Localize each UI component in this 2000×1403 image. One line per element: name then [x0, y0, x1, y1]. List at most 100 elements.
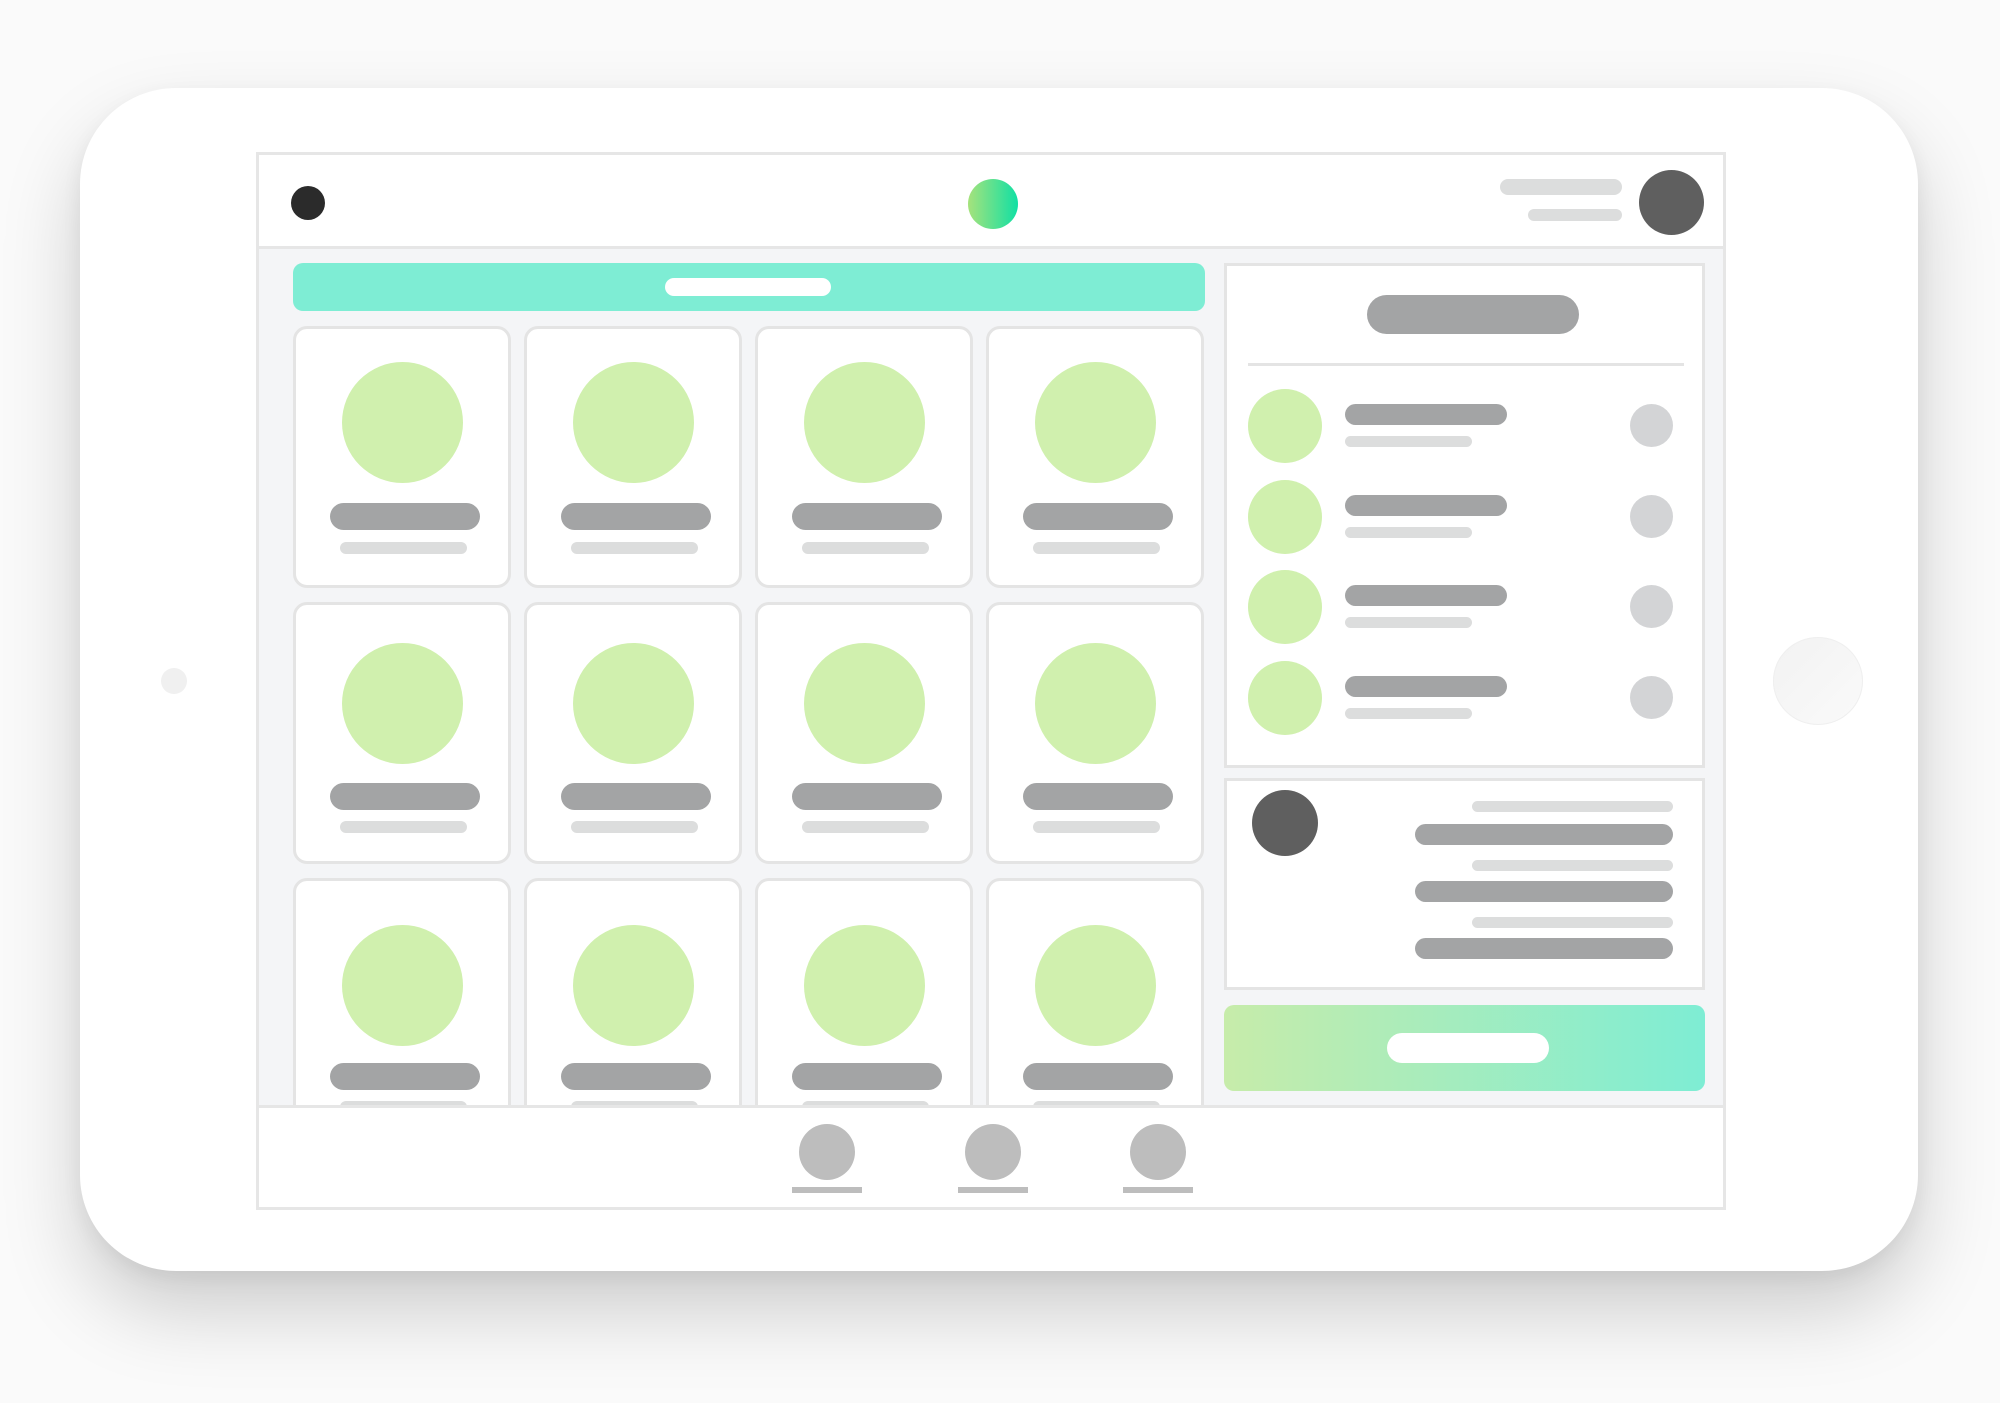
detail-meta-placeholder — [1472, 860, 1673, 871]
card-image — [804, 925, 925, 1046]
detail-avatar — [1252, 790, 1318, 856]
detail-value-placeholder — [1415, 938, 1673, 959]
card-image — [342, 643, 463, 764]
card-title — [792, 503, 942, 530]
list-item-subtitle — [1345, 708, 1472, 719]
list-item-action-icon[interactable] — [1630, 404, 1673, 447]
card-image — [573, 362, 694, 483]
product-card[interactable] — [755, 602, 973, 864]
card-subtitle — [340, 821, 467, 833]
nav-label — [956, 1124, 957, 1125]
menu-icon[interactable] — [291, 186, 325, 220]
card-subtitle — [340, 542, 467, 554]
card-image — [1035, 925, 1156, 1046]
card-subtitle — [802, 542, 929, 554]
list-item-title — [1345, 676, 1507, 697]
list-item[interactable] — [1248, 570, 1684, 646]
card-subtitle — [1033, 542, 1160, 554]
list-item-title — [1345, 404, 1507, 425]
list-item-avatar — [1248, 661, 1322, 735]
profile-avatar[interactable] — [1639, 170, 1704, 235]
product-card[interactable] — [986, 602, 1204, 864]
card-image — [1035, 643, 1156, 764]
card-image — [1035, 362, 1156, 483]
card-title — [561, 1063, 711, 1090]
nav-item-2[interactable] — [956, 1124, 1030, 1196]
detail-value-placeholder — [1415, 881, 1673, 902]
product-card[interactable] — [524, 602, 742, 864]
card-image — [804, 643, 925, 764]
card-title — [792, 1063, 942, 1090]
product-card[interactable] — [755, 878, 973, 1140]
nav-item-1[interactable] — [790, 1124, 864, 1196]
list-item-action-icon[interactable] — [1630, 585, 1673, 628]
logo-icon[interactable] — [968, 179, 1018, 229]
card-grid — [293, 326, 1205, 1140]
nav-item-3[interactable] — [1121, 1124, 1195, 1196]
list-item-subtitle — [1345, 436, 1472, 447]
card-title — [330, 783, 480, 810]
card-subtitle — [571, 542, 698, 554]
user-name-placeholder — [1500, 179, 1622, 195]
camera-dot — [161, 668, 187, 694]
cta-label-placeholder — [1387, 1033, 1549, 1063]
list-item-title — [1345, 585, 1507, 606]
detail-meta-placeholder — [1472, 801, 1673, 812]
product-card[interactable] — [986, 326, 1204, 588]
card-title — [1023, 783, 1173, 810]
nav-label — [1121, 1124, 1122, 1125]
card-image — [804, 362, 925, 483]
card-image — [342, 362, 463, 483]
top-bar — [259, 155, 1723, 249]
panel-title — [1367, 295, 1579, 334]
list-item-title — [1345, 495, 1507, 516]
card-title — [561, 503, 711, 530]
card-title — [561, 783, 711, 810]
nav-icon — [965, 1124, 1021, 1180]
product-card[interactable] — [524, 878, 742, 1140]
product-card[interactable] — [986, 878, 1204, 1140]
panel-divider — [1248, 363, 1684, 366]
nav-icon — [799, 1124, 855, 1180]
list-item[interactable] — [1248, 661, 1684, 737]
list-item-avatar — [1248, 389, 1322, 463]
card-subtitle — [571, 821, 698, 833]
list-item-subtitle — [1345, 527, 1472, 538]
nav-label — [790, 1124, 791, 1125]
list-item-action-icon[interactable] — [1630, 495, 1673, 538]
product-card[interactable] — [293, 878, 511, 1140]
card-title — [330, 503, 480, 530]
card-image — [573, 925, 694, 1046]
list-panel — [1224, 263, 1705, 768]
product-card[interactable] — [293, 602, 511, 864]
detail-meta-placeholder — [1472, 917, 1673, 928]
user-meta-placeholder — [1528, 209, 1622, 221]
card-title — [792, 783, 942, 810]
list-item-action-icon[interactable] — [1630, 676, 1673, 719]
app-screen — [256, 152, 1726, 1210]
detail-panel — [1224, 778, 1705, 990]
detail-value-placeholder — [1415, 824, 1673, 845]
nav-indicator — [792, 1187, 862, 1193]
card-title — [1023, 503, 1173, 530]
product-card[interactable] — [755, 326, 973, 588]
cta-button[interactable] — [1224, 1005, 1705, 1091]
card-subtitle — [1033, 821, 1160, 833]
nav-indicator — [1123, 1187, 1193, 1193]
nav-indicator — [958, 1187, 1028, 1193]
bottom-nav — [259, 1105, 1723, 1207]
list-item-subtitle — [1345, 617, 1472, 628]
nav-icon — [1130, 1124, 1186, 1180]
list-item[interactable] — [1248, 480, 1684, 556]
product-card[interactable] — [524, 326, 742, 588]
card-subtitle — [802, 821, 929, 833]
list-item-avatar — [1248, 480, 1322, 554]
card-title — [1023, 1063, 1173, 1090]
promo-banner[interactable] — [293, 263, 1205, 311]
card-title — [330, 1063, 480, 1090]
banner-label-placeholder — [665, 278, 831, 296]
list-item[interactable] — [1248, 389, 1684, 465]
list-item-avatar — [1248, 570, 1322, 644]
product-card[interactable] — [293, 326, 511, 588]
home-button[interactable] — [1773, 637, 1863, 725]
